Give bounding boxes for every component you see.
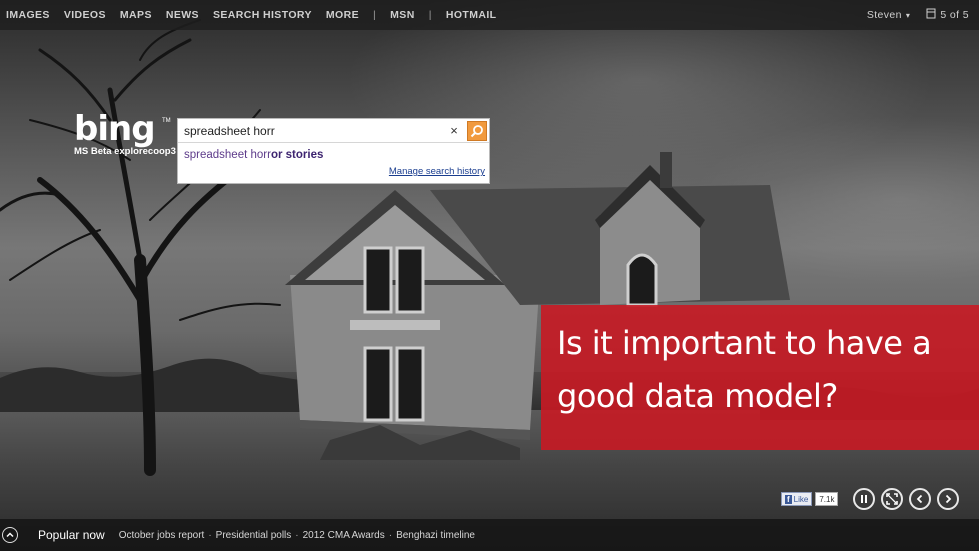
counter-text: 5 of 5 <box>940 9 969 21</box>
nav-news[interactable]: NEWS <box>166 9 199 21</box>
trending-item[interactable]: Benghazi timeline <box>396 530 475 541</box>
nav-links: IMAGES VIDEOS MAPS NEWS SEARCH HISTORY M… <box>0 9 510 21</box>
top-navigation-bar: IMAGES VIDEOS MAPS NEWS SEARCH HISTORY M… <box>0 0 979 30</box>
manage-search-history-link[interactable]: Manage search history <box>389 166 485 177</box>
image-caption[interactable]: Is it important to have a good data mode… <box>541 305 979 450</box>
suggestion-typed: spreadsheet horr <box>184 148 271 161</box>
nav-videos[interactable]: VIDEOS <box>64 9 106 21</box>
nav-separator: | <box>428 9 432 21</box>
fullscreen-button[interactable] <box>881 488 903 510</box>
logo-word: bing <box>74 109 156 149</box>
nav-images[interactable]: IMAGES <box>6 9 50 21</box>
logo-subtitle: MS Beta explorecoop3 <box>74 146 176 157</box>
expand-popular-button[interactable] <box>2 527 18 543</box>
user-name: Steven <box>866 9 902 21</box>
chevron-right-icon <box>945 494 952 504</box>
chevron-left-icon <box>916 494 923 504</box>
trending-item[interactable]: Presidential polls <box>216 530 292 541</box>
nav-right: Steven ▾ 5 of 5 <box>867 8 979 22</box>
previous-button[interactable] <box>909 488 931 510</box>
pause-icon <box>861 495 867 503</box>
trending-list: October jobs report · Presidential polls… <box>119 530 475 541</box>
search-input[interactable] <box>178 119 445 142</box>
nav-search-history[interactable]: SEARCH HISTORY <box>213 9 312 21</box>
nav-maps[interactable]: MAPS <box>120 9 152 21</box>
like-count: 7.1k <box>815 492 839 506</box>
info-icon[interactable] <box>926 8 936 22</box>
search-row: × <box>178 119 489 143</box>
search-icon <box>470 124 483 137</box>
nav-separator: | <box>373 9 377 21</box>
facebook-like: f Like 7.1k <box>781 492 839 506</box>
bing-logo[interactable]: bing TM MS Beta explorecoop3 <box>74 109 176 157</box>
caption-line-1: Is it important to have a <box>557 324 932 362</box>
nav-hotmail[interactable]: HOTMAIL <box>446 9 497 21</box>
manage-history-row: Manage search history <box>178 166 489 177</box>
trending-separator: · <box>208 529 212 541</box>
trending-item[interactable]: 2012 CMA Awards <box>303 530 385 541</box>
next-button[interactable] <box>937 488 959 510</box>
background-photo <box>0 0 979 551</box>
chevron-up-icon <box>6 532 14 538</box>
clear-icon[interactable]: × <box>445 120 463 142</box>
popular-now-label: Popular now <box>38 528 105 542</box>
nav-more[interactable]: MORE <box>326 9 359 21</box>
trending-item[interactable]: October jobs report <box>119 530 205 541</box>
house-and-tree-illustration <box>0 19 979 476</box>
trending-separator: · <box>295 529 299 541</box>
expand-icon <box>886 493 898 505</box>
facebook-like-button[interactable]: f Like <box>781 492 813 506</box>
like-label: Like <box>793 494 809 504</box>
image-controls <box>853 488 965 510</box>
nav-msn[interactable]: MSN <box>390 9 415 21</box>
caption-line-2: good data model? <box>557 377 838 415</box>
trending-separator: · <box>388 529 393 541</box>
popular-now-bar: Popular now October jobs report · Presid… <box>0 519 979 551</box>
search-suggestion[interactable]: spreadsheet horr or stories <box>178 143 489 166</box>
search-button[interactable] <box>467 120 487 141</box>
image-counter: 5 of 5 <box>926 8 969 22</box>
facebook-icon: f <box>785 494 792 504</box>
pause-button[interactable] <box>853 488 875 510</box>
suggestion-completion: or stories <box>270 148 324 161</box>
user-menu[interactable]: Steven ▾ <box>867 9 911 21</box>
chevron-down-icon: ▾ <box>905 10 911 20</box>
logo-trademark: TM <box>162 118 171 124</box>
search-box: × spreadsheet horror stories Manage sear… <box>177 118 490 184</box>
